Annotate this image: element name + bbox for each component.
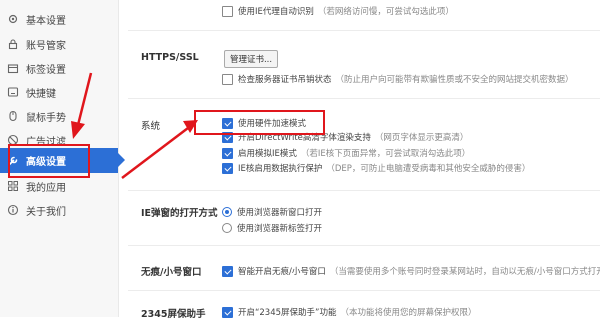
smart-incognito-checkbox[interactable] xyxy=(222,265,233,277)
popup-new-window-option[interactable]: 使用浏览器新窗口打开 xyxy=(222,206,322,218)
ie-proxy-checkbox[interactable] xyxy=(222,5,233,17)
sidebar-item-gestures[interactable]: 鼠标手势 xyxy=(0,103,118,129)
active-indicator-arrow xyxy=(118,153,125,167)
divider xyxy=(128,98,600,99)
lock-icon xyxy=(6,37,20,51)
screen-guard-section-title: 2345屏保助手 xyxy=(141,309,206,320)
divider xyxy=(128,30,600,31)
https-section-title: HTTPS/SSL xyxy=(141,52,199,63)
system-section-title: 系统 xyxy=(141,121,161,132)
sidebar-item-tabs[interactable]: 标签设置 xyxy=(0,55,118,81)
screen-guard-checkbox[interactable] xyxy=(222,306,233,318)
divider xyxy=(128,290,600,291)
annotation-box-hardware-accel xyxy=(194,110,325,135)
dep-option[interactable]: IE核启用数据执行保护 （DEP，可防止电脑遭受病毒和其他安全威胁的侵害） xyxy=(222,162,530,174)
divider xyxy=(128,245,600,246)
cert-revocation-checkbox[interactable] xyxy=(222,73,233,85)
ie-emulation-checkbox[interactable] xyxy=(222,147,233,159)
sidebar-item-label: 标签设置 xyxy=(26,64,66,76)
apps-icon xyxy=(6,179,20,193)
annotation-box-advanced xyxy=(8,144,90,178)
manage-certificates-button[interactable]: 管理证书... xyxy=(224,50,278,68)
info-icon xyxy=(6,203,20,217)
keyboard-icon xyxy=(6,85,20,99)
ie-proxy-option[interactable]: 使用IE代理自动识别 （若网络访问慢，可尝试勾选此项） xyxy=(222,5,454,17)
popup-new-window-radio[interactable] xyxy=(222,207,232,217)
sidebar-item-label: 快捷键 xyxy=(26,88,56,100)
settings-icon xyxy=(6,12,20,26)
dep-checkbox[interactable] xyxy=(222,162,233,174)
ie-popup-section-title: IE弹窗的打开方式 xyxy=(141,208,218,219)
sidebar-item-accounts[interactable]: 账号管家 xyxy=(0,31,118,57)
sidebar-item-label: 账号管家 xyxy=(26,40,66,52)
cert-revocation-option[interactable]: 检查服务器证书吊销状态 （防止用户向可能带有欺骗性质或不安全的网站提交机密数据） xyxy=(222,73,574,85)
popup-new-tab-option[interactable]: 使用浏览器新标签打开 xyxy=(222,222,322,234)
screen-guard-option[interactable]: 开启“2345屏保助手”功能 （本功能将使用您的屏幕保护权限） xyxy=(222,306,476,318)
ie-emulation-option[interactable]: 启用模拟IE模式 （若IE核下页面异常，可尝试取消勾选此项） xyxy=(222,147,470,159)
sidebar-item-shortcuts[interactable]: 快捷键 xyxy=(0,79,118,105)
sidebar-item-label: 基本设置 xyxy=(26,15,66,27)
divider xyxy=(128,190,600,191)
sidebar-item-about[interactable]: 关于我们 xyxy=(0,197,118,223)
mouse-icon xyxy=(6,109,20,123)
sidebar-item-label: 我的应用 xyxy=(26,182,66,194)
sidebar-item-label: 鼠标手势 xyxy=(26,112,66,124)
tabs-icon xyxy=(6,61,20,75)
sidebar-item-basic[interactable]: 基本设置 xyxy=(0,6,118,32)
small-window-section-title: 无痕/小号窗口 xyxy=(141,267,202,278)
sidebar-item-label: 关于我们 xyxy=(26,206,66,218)
popup-new-tab-radio[interactable] xyxy=(222,223,232,233)
smart-incognito-option[interactable]: 智能开启无痕/小号窗口 （当需要使用多个账号同时登录某网站时，自动以无痕/小号窗… xyxy=(222,265,600,277)
